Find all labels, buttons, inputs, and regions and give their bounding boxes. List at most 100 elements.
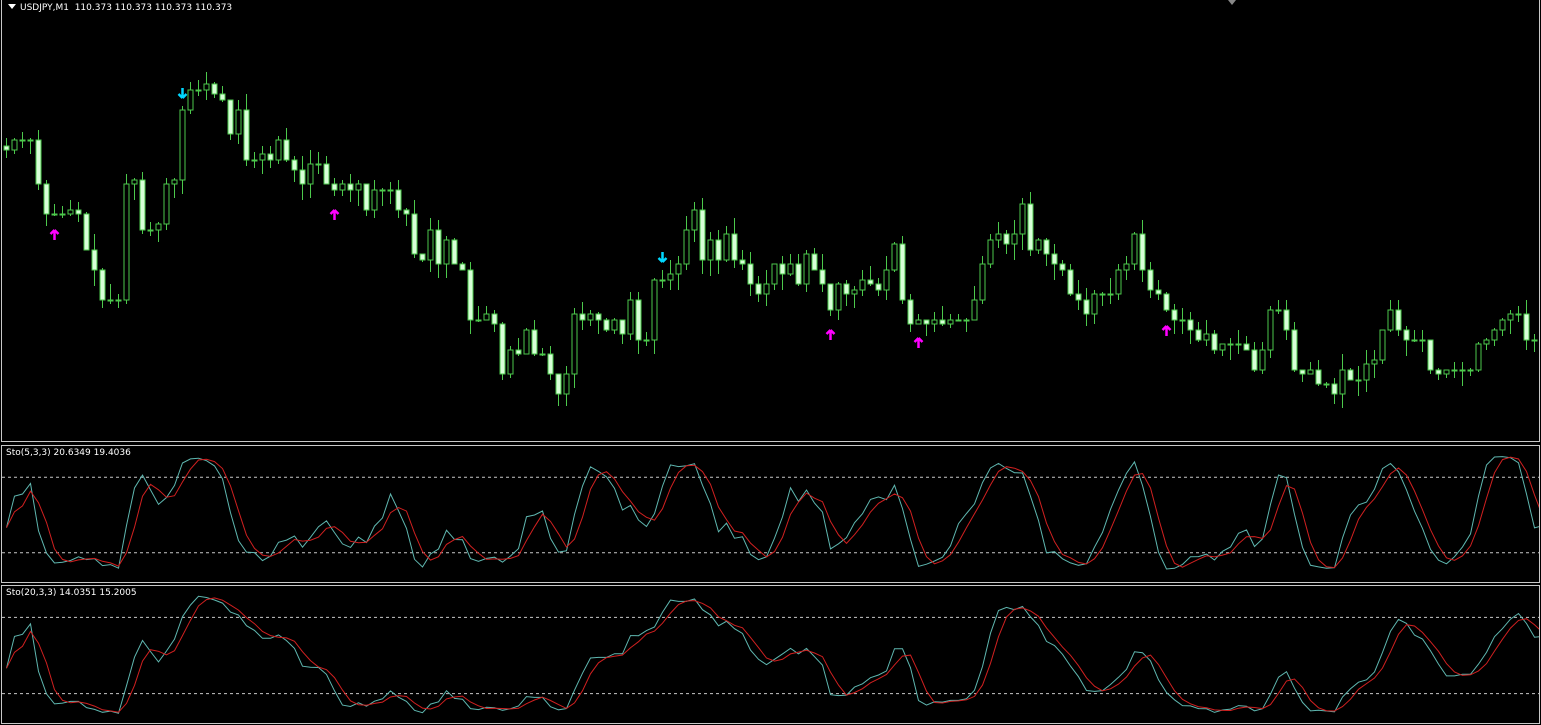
candle-body <box>891 243 898 271</box>
candle-body <box>1379 329 1386 361</box>
candle <box>539 348 546 356</box>
candle-body <box>555 373 562 395</box>
candle <box>123 174 130 304</box>
candle-body <box>491 313 498 325</box>
candle <box>643 332 650 346</box>
stochastic-main-line <box>6 595 1539 714</box>
candle <box>779 256 786 290</box>
candle-body <box>411 213 418 255</box>
candle-body <box>1091 293 1098 315</box>
candle-body <box>1003 233 1010 245</box>
main-price-chart[interactable]: USDJPY,M1 110.373 110.373 110.373 110.37… <box>1 0 1540 442</box>
candle-body <box>395 189 402 211</box>
candle-body <box>19 139 26 142</box>
candle <box>243 94 250 166</box>
candle-body <box>763 283 770 295</box>
candle-body <box>819 269 826 285</box>
candle-body <box>139 179 146 231</box>
candle <box>1291 322 1298 372</box>
candle-body <box>611 319 618 331</box>
collapse-triangle-icon[interactable] <box>8 4 16 9</box>
candle <box>331 178 338 196</box>
candle <box>1475 342 1482 372</box>
candle-body <box>755 283 762 295</box>
candle <box>1379 329 1386 364</box>
candle-body <box>115 299 122 302</box>
candle-body <box>1187 319 1194 331</box>
candle-body <box>707 239 714 261</box>
candle <box>747 252 754 296</box>
candle <box>883 256 890 300</box>
candle <box>771 263 778 290</box>
candle <box>43 180 50 226</box>
buy-arrow-icon <box>825 329 836 340</box>
candle-body <box>779 263 786 275</box>
candle-body <box>563 373 570 395</box>
candle <box>131 178 138 200</box>
stochastic-label-fast: Sto(5,3,3) 20.6349 19.4036 <box>6 448 131 458</box>
candle-body <box>659 279 666 282</box>
candle <box>51 204 58 216</box>
candle-body <box>987 239 994 265</box>
candle-body <box>635 299 642 341</box>
candle <box>19 132 26 148</box>
candle-body <box>1299 369 1306 375</box>
candle-body <box>91 249 98 271</box>
candle-body <box>1139 233 1146 271</box>
candle <box>635 292 642 354</box>
candle <box>1211 330 1218 354</box>
candle-body <box>699 209 706 261</box>
candle-body <box>1179 319 1186 322</box>
candle <box>1515 306 1522 322</box>
candle <box>1235 330 1242 354</box>
stochastic-panel-fast[interactable]: Sto(5,3,3) 20.6349 19.4036 <box>1 445 1540 583</box>
candle-body <box>963 319 970 322</box>
candle-body <box>355 183 362 191</box>
candle <box>467 262 474 334</box>
candle-body <box>1251 349 1258 371</box>
candle <box>675 256 682 290</box>
candle <box>1075 280 1082 310</box>
candle <box>859 270 866 296</box>
candle-body <box>931 319 938 325</box>
candle-body <box>867 279 874 285</box>
candle-body <box>1427 339 1434 371</box>
candle-body <box>1099 293 1106 296</box>
candle-body <box>499 323 506 375</box>
candle-body <box>1515 313 1522 316</box>
candle-body <box>475 319 482 322</box>
candle-body <box>155 223 162 231</box>
candle-body <box>939 319 946 325</box>
candle <box>1019 198 1026 250</box>
candle-body <box>899 243 906 301</box>
candle <box>443 236 450 278</box>
candle-body <box>299 169 306 185</box>
candle <box>939 306 946 326</box>
candle <box>1155 280 1162 300</box>
stochastic-plot-slow <box>2 595 1539 714</box>
candle <box>259 146 266 174</box>
candle <box>107 284 114 304</box>
candle-body <box>1355 379 1362 382</box>
candle <box>763 270 770 306</box>
candle-body <box>1339 369 1346 395</box>
candle-body <box>675 263 682 275</box>
candle-body <box>163 183 170 225</box>
candle-body <box>1323 383 1330 386</box>
stochastic-panel-slow[interactable]: Sto(20,3,3) 14.0351 15.2005 <box>1 585 1540 724</box>
candle <box>459 262 466 271</box>
candle <box>1523 300 1530 350</box>
chart-shift-marker-icon[interactable] <box>1228 0 1236 5</box>
candle <box>819 254 826 292</box>
candle <box>667 260 674 290</box>
candle <box>931 312 938 332</box>
candle <box>683 216 690 270</box>
candle <box>1243 336 1250 351</box>
candle <box>475 306 482 322</box>
candle <box>619 319 626 344</box>
candle-body <box>1115 269 1122 295</box>
candle-body <box>947 319 954 325</box>
candle-body <box>1147 269 1154 291</box>
ohlc-values: 110.373 110.373 110.373 110.373 <box>74 3 233 13</box>
stochastic-signal-line <box>6 456 1539 569</box>
